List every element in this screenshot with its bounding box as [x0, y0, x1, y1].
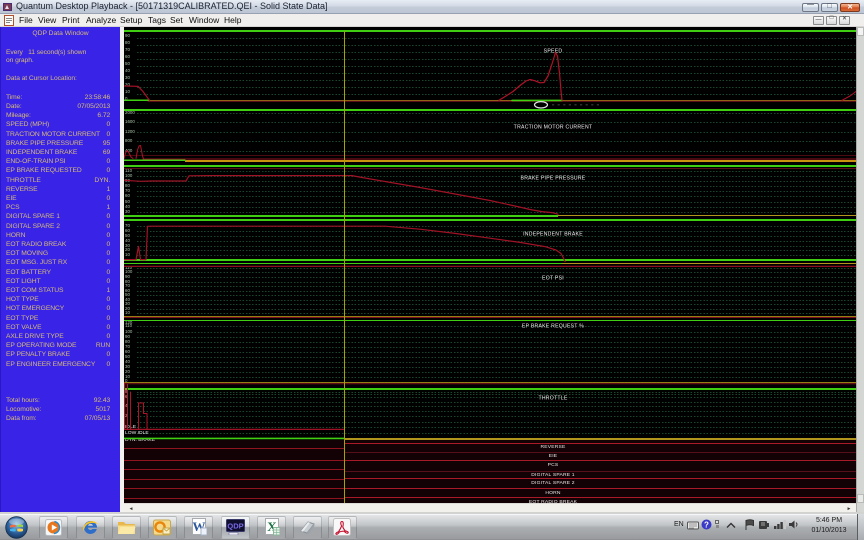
- svg-text:QDP: QDP: [227, 522, 243, 531]
- svg-text:?: ?: [704, 520, 709, 529]
